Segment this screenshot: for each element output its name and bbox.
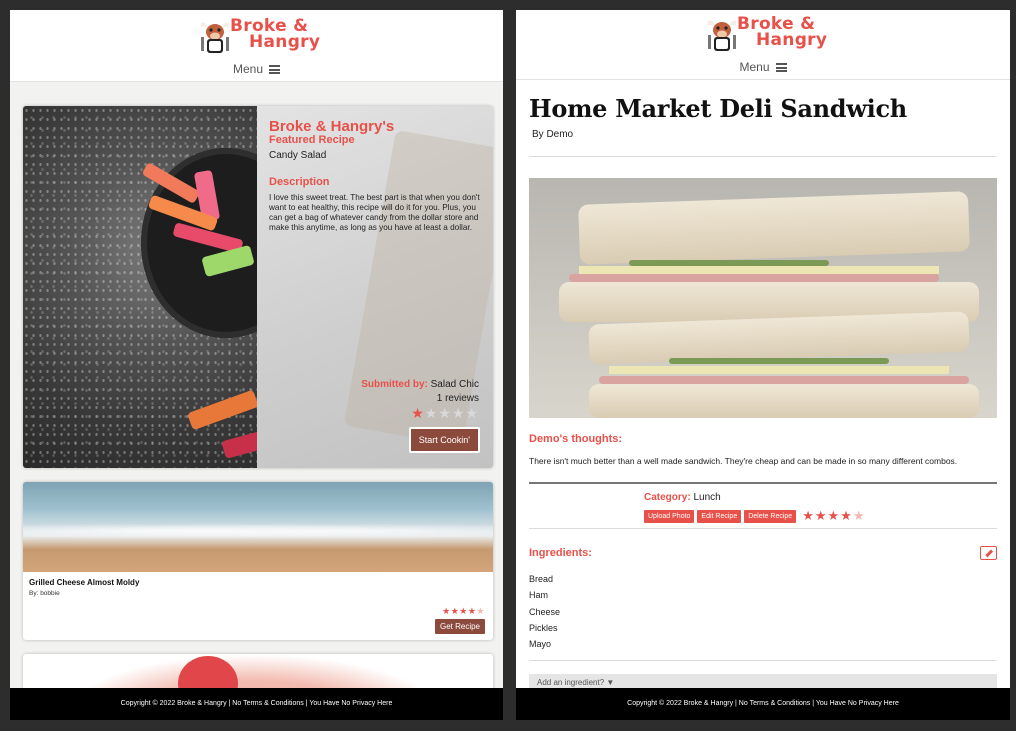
cheese-layer bbox=[579, 266, 939, 274]
ingredient-item: Bread bbox=[529, 574, 554, 584]
recipe-card-author: By: bobbie bbox=[29, 590, 60, 597]
featured-description: I love this sweet treat. The best part i… bbox=[269, 193, 480, 232]
recipe-photo bbox=[529, 178, 997, 418]
recipe-category: Category: Lunch bbox=[644, 492, 721, 503]
get-recipe-button[interactable]: Get Recipe bbox=[434, 619, 485, 634]
logo-line-2: Hangry bbox=[756, 30, 828, 50]
logo-text: Broke & Hangry bbox=[737, 16, 828, 50]
bull-mascot-icon bbox=[707, 20, 737, 51]
star-icon[interactable]: ★ bbox=[828, 508, 841, 523]
thoughts-heading: Demo's thoughts: bbox=[529, 433, 623, 445]
edit-ingredients-pencil-icon[interactable] bbox=[980, 546, 997, 560]
featured-brand: Broke & Hangry's bbox=[269, 118, 395, 135]
bread-slice bbox=[578, 191, 970, 265]
site-footer: Copyright © 2022 Broke & Hangry | No Ter… bbox=[516, 688, 1010, 720]
edit-recipe-button[interactable]: Edit Recipe bbox=[697, 509, 742, 523]
site-footer: Copyright © 2022 Broke & Hangry | No Ter… bbox=[10, 688, 503, 720]
star-icon: ★ bbox=[438, 405, 452, 421]
featured-info-panel: Broke & Hangry's Featured Recipe Candy S… bbox=[257, 106, 493, 468]
ingredients-list: Bread Ham Cheese Pickles Mayo bbox=[529, 571, 560, 652]
submitted-by: Submitted by: Salad Chic bbox=[361, 379, 479, 390]
ham-layer bbox=[599, 376, 969, 384]
delete-recipe-button[interactable]: Delete Recipe bbox=[744, 509, 797, 523]
featured-recipe-card: Broke & Hangry's Featured Recipe Candy S… bbox=[23, 106, 493, 468]
category-value: Lunch bbox=[693, 492, 721, 503]
hamburger-icon bbox=[775, 63, 787, 72]
description-heading: Description bbox=[269, 176, 330, 188]
featured-subtitle: Featured Recipe bbox=[269, 134, 355, 146]
star-icon: ★ bbox=[450, 606, 460, 616]
ingredients-heading: Ingredients: bbox=[529, 547, 592, 559]
star-icon: ★ bbox=[442, 606, 451, 616]
divider bbox=[529, 660, 997, 661]
submitted-author: Salad Chic bbox=[430, 379, 479, 390]
start-cookin-button[interactable]: Start Cookin' bbox=[408, 427, 480, 453]
star-icon: ★ bbox=[465, 405, 479, 421]
upload-photo-button[interactable]: Upload Photo bbox=[644, 509, 695, 523]
ingredient-item: Ham bbox=[529, 590, 549, 601]
submitted-label: Submitted by: bbox=[361, 379, 428, 390]
logo[interactable]: Broke & Hangry bbox=[198, 18, 321, 55]
menu-toggle[interactable]: Menu bbox=[10, 62, 503, 76]
recipe-rating[interactable]: ★★★★★ bbox=[802, 508, 865, 524]
bull-mascot-icon bbox=[200, 22, 230, 53]
star-icon: ★ bbox=[451, 405, 466, 421]
cheese-layer bbox=[609, 366, 949, 374]
recipe-actions: Upload Photo Edit Recipe Delete Recipe ★… bbox=[644, 508, 865, 524]
recipe-author: By Demo bbox=[532, 129, 574, 140]
star-icon[interactable]: ★ bbox=[815, 508, 828, 523]
divider bbox=[529, 528, 997, 529]
pickle-layer bbox=[669, 358, 889, 364]
review-count: 1 reviews bbox=[436, 393, 479, 404]
divider bbox=[529, 482, 997, 484]
star-icon: ★ bbox=[476, 606, 485, 616]
menu-label: Menu bbox=[232, 62, 264, 76]
featured-recipe-photo bbox=[23, 106, 311, 468]
logo-text: Broke & Hangry bbox=[230, 18, 321, 52]
recipe-title: Home Market Deli Sandwich bbox=[529, 94, 907, 123]
ingredient-item: Mayo bbox=[529, 639, 552, 650]
recipe-detail-screen: Broke & Hangry Menu Home Market Deli San… bbox=[516, 10, 1010, 720]
bread-slice bbox=[589, 384, 979, 418]
star-icon: ★ bbox=[411, 405, 425, 421]
recipe-card-rating: ★★★★★ bbox=[442, 606, 485, 617]
thoughts-text: There isn't much better than a well made… bbox=[529, 456, 958, 466]
recipe-card-title[interactable]: Grilled Cheese Almost Moldy bbox=[29, 578, 139, 587]
hamburger-icon bbox=[269, 65, 281, 74]
pickle-layer bbox=[629, 260, 829, 266]
menu-label: Menu bbox=[739, 60, 770, 74]
star-icon: ★ bbox=[459, 606, 468, 616]
site-header: Broke & Hangry Menu bbox=[516, 10, 1010, 80]
star-icon[interactable]: ★ bbox=[853, 508, 866, 523]
logo[interactable]: Broke & Hangry bbox=[705, 16, 828, 53]
category-label: Category: bbox=[644, 492, 691, 503]
ham-layer bbox=[569, 274, 939, 282]
ingredient-item: Pickles bbox=[529, 622, 558, 633]
star-icon[interactable]: ★ bbox=[802, 508, 815, 523]
site-header: Broke & Hangry Menu bbox=[10, 10, 503, 82]
featured-recipe-name: Candy Salad bbox=[269, 150, 327, 161]
star-icon: ★ bbox=[424, 405, 439, 421]
featured-rating: ★★★★★ bbox=[411, 405, 479, 422]
recipe-card-photo bbox=[23, 482, 493, 572]
divider bbox=[529, 156, 997, 157]
home-screen: Broke & Hangry Menu Broke & Hangry's Fea… bbox=[10, 10, 503, 720]
menu-toggle[interactable]: Menu bbox=[516, 60, 1010, 74]
ingredient-item: Cheese bbox=[529, 606, 561, 617]
recipe-card[interactable]: Grilled Cheese Almost Moldy By: bobbie ★… bbox=[23, 482, 493, 640]
star-icon[interactable]: ★ bbox=[840, 508, 853, 523]
logo-line-2: Hangry bbox=[249, 32, 321, 52]
